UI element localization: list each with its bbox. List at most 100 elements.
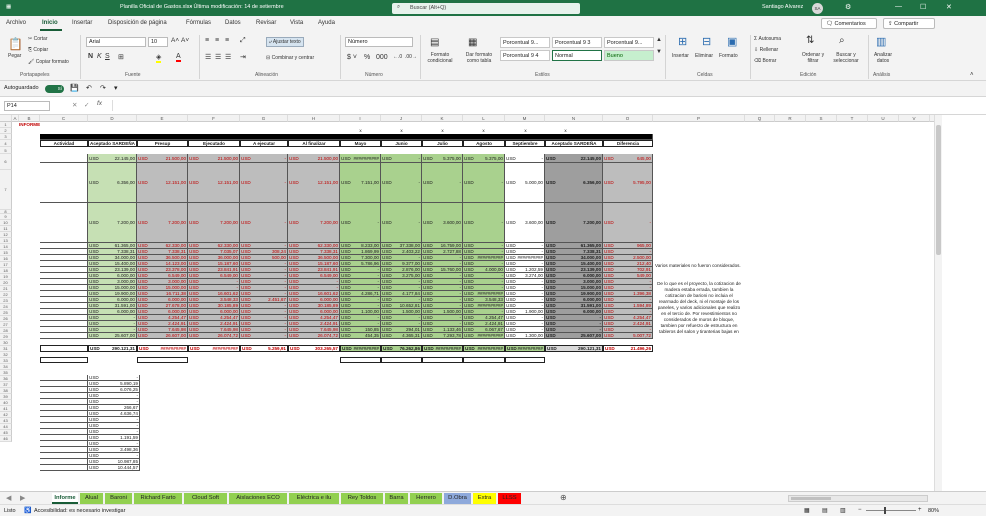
style-porcentual-1[interactable]: Porcentual 9... <box>500 37 550 48</box>
bold-icon[interactable]: N <box>88 53 93 60</box>
dolar-j[interactable] <box>381 357 422 363</box>
cell-n[interactable]: USD 25.607,00 <box>545 333 603 339</box>
cell-d[interactable]: USD 6.356,00 <box>88 163 137 203</box>
h-scroll-thumb[interactable] <box>791 497 831 500</box>
style-bueno[interactable]: Bueno <box>604 50 654 61</box>
cell-j[interactable]: USD 4.365,31 <box>381 333 422 339</box>
cell-j[interactable]: USD - <box>381 154 422 163</box>
cut-button[interactable]: ✂ Cortar <box>28 36 48 42</box>
cell-k[interactable]: USD 5.375,00 <box>422 154 463 163</box>
number-format-select[interactable]: Número <box>345 37 413 47</box>
analyze-data-icon[interactable]: ▥ <box>876 35 886 48</box>
formula-input[interactable] <box>112 100 938 111</box>
cell-l[interactable]: USD ########## <box>463 333 505 339</box>
cell-i[interactable]: USD ########## <box>340 154 381 163</box>
activity-name[interactable] <box>40 154 88 163</box>
cell-e[interactable]: USD 12.151,00 <box>137 163 188 203</box>
row-header-5[interactable]: 5 <box>0 147 12 154</box>
col-header-p[interactable]: P <box>653 115 745 122</box>
x-mark[interactable]: x <box>422 128 463 134</box>
find-select-button[interactable]: Buscar y seleccionar <box>828 52 864 64</box>
style-porcentual-4[interactable]: Porcentual 9 4 <box>500 50 550 61</box>
cell-g[interactable]: USD - <box>240 163 288 203</box>
delete-cells-button[interactable]: Eliminar <box>695 53 713 59</box>
enter-icon[interactable]: ✓ <box>84 101 89 109</box>
font-color-icon[interactable]: A <box>176 53 181 62</box>
col-header-s[interactable]: S <box>806 115 837 122</box>
align-bottom-icon[interactable]: ≡ <box>225 37 229 44</box>
format-painter-button[interactable]: 🖌 Copiar formato <box>28 59 69 65</box>
orientation-icon[interactable]: ⤢ <box>240 37 246 45</box>
cell-d[interactable]: USD 7.200,00 <box>88 203 137 243</box>
cell-f[interactable]: USD 26.074,72 <box>188 333 240 339</box>
wrap-text-button[interactable]: ⤶ Ajustar texto <box>266 37 304 47</box>
cell-o[interactable]: USD - <box>603 203 653 243</box>
sheet-tab-rey-toldos[interactable]: Rey Toldos <box>341 493 383 504</box>
align-top-icon[interactable]: ≡ <box>205 37 209 44</box>
vertical-scrollbar[interactable] <box>934 115 942 491</box>
tab-insertar[interactable]: Insertar <box>72 20 92 26</box>
col-header-r[interactable]: R <box>775 115 806 122</box>
col-header-o[interactable]: O <box>603 115 653 122</box>
style-normal[interactable]: Normal <box>552 50 602 61</box>
col-header-a[interactable]: A <box>12 115 19 122</box>
col-label[interactable]: Junio <box>381 140 422 147</box>
tab-ayuda[interactable]: Ayuda <box>318 20 335 26</box>
zoom-level[interactable]: 80% <box>928 508 939 514</box>
cell-e[interactable]: USD 21.500,00 <box>137 154 188 163</box>
maximize-icon[interactable]: ☐ <box>920 3 926 11</box>
col-label[interactable]: Al finalizar <box>288 140 340 147</box>
user-name[interactable]: Santiago Alvarez <box>762 4 803 10</box>
row-header-4[interactable]: 4 <box>0 140 12 147</box>
tab-archivo[interactable]: Archivo <box>6 20 26 26</box>
resumen-note[interactable] <box>141 405 201 411</box>
col-header-d[interactable]: D <box>88 115 137 122</box>
cell-d[interactable]: USD 22.145,00 <box>88 154 137 163</box>
col-header-q[interactable]: Q <box>745 115 775 122</box>
cell-h[interactable]: USD 7.200,00 <box>288 203 340 243</box>
tab-disposicion[interactable]: Disposición de página <box>108 20 167 26</box>
align-left-icon[interactable]: ☰ <box>205 53 211 61</box>
decimal-dec-icon[interactable]: .00→ <box>405 54 417 60</box>
activity-name[interactable] <box>40 203 88 243</box>
cell-i[interactable]: USD 454,35 <box>340 333 381 339</box>
col-label[interactable]: Diferencia <box>603 140 653 147</box>
row-header-46[interactable]: 46 <box>0 436 12 442</box>
sheet-tab-extra[interactable]: Extra <box>473 493 496 504</box>
sheet-tab-cloud-soft[interactable]: Cloud Soft <box>184 493 227 504</box>
insert-cells-button[interactable]: Insertar <box>672 53 689 59</box>
cell-g[interactable]: USD - <box>240 333 288 339</box>
minimize-icon[interactable]: — <box>895 3 902 10</box>
zoom-in-icon[interactable]: + <box>918 507 922 513</box>
undo-icon[interactable]: ↶ <box>86 84 92 92</box>
page-break-icon[interactable]: ▥ <box>840 507 846 514</box>
styles-scroll-up-icon[interactable]: ▲ <box>656 37 662 43</box>
tab-revisar[interactable]: Revisar <box>256 20 276 26</box>
fill-button[interactable]: ⇩ Rellenar <box>754 47 778 53</box>
tab-datos[interactable]: Datos <box>225 20 241 26</box>
total-m[interactable]: USD ########## <box>505 345 545 352</box>
conditional-format-button[interactable]: Formato condicional <box>422 52 458 64</box>
total-i[interactable]: USD ########## <box>340 345 381 352</box>
fx-icon[interactable]: fx <box>97 100 102 107</box>
col-label[interactable]: Julio <box>422 140 463 147</box>
borders-icon[interactable]: ⊞ <box>118 53 124 61</box>
cell-o[interactable]: USD 5.007,72 <box>603 333 653 339</box>
sort-filter-icon[interactable]: ⇅ <box>806 35 814 46</box>
format-cells-icon[interactable]: ▣ <box>727 35 737 48</box>
col-header-v[interactable]: V <box>899 115 930 122</box>
sort-filter-button[interactable]: Ordenar y filtrar <box>798 52 828 64</box>
spreadsheet-grid[interactable]: ABCDEFGHIJKLMNOPQRSTUVW 1234567891011121… <box>0 115 934 491</box>
sheet-tab-barra[interactable]: Barra <box>385 493 408 504</box>
tab-vista[interactable]: Vista <box>290 20 303 26</box>
customize-icon[interactable]: ▾ <box>114 84 118 92</box>
cell-l[interactable]: USD - <box>463 163 505 203</box>
cell-m[interactable]: USD 1.300,00 <box>505 333 545 339</box>
cell-k[interactable]: USD 3.600,00 <box>422 203 463 243</box>
cell-n[interactable]: USD 6.356,00 <box>545 163 603 203</box>
sheet-tab-aislaciones-eco[interactable]: Aislaciones ECO <box>229 493 287 504</box>
cell-l[interactable]: USD - <box>463 203 505 243</box>
zoom-slider[interactable] <box>866 510 916 511</box>
align-center-icon[interactable]: ☰ <box>215 53 221 61</box>
x-mark[interactable]: x <box>505 128 546 134</box>
